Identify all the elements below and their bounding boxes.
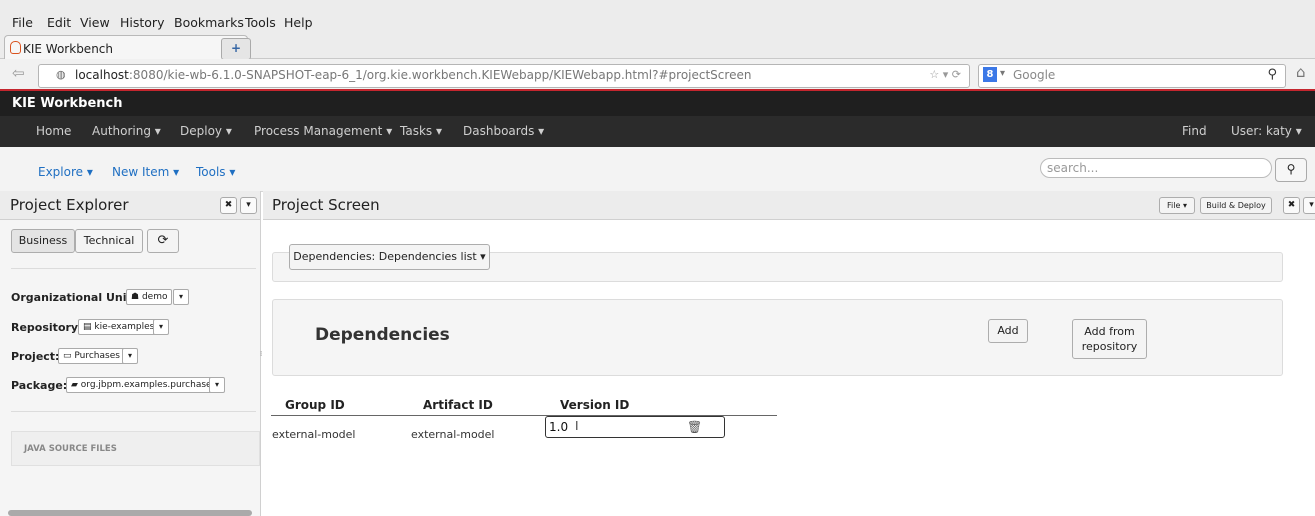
users-icon: ☗ (131, 292, 142, 302)
chevron-down-icon[interactable]: ▾ (173, 289, 189, 305)
cell-group-id: external-model (272, 428, 356, 441)
tab-business[interactable]: Business (11, 229, 75, 253)
chevron-down-icon[interactable]: ▾ (153, 319, 169, 335)
chevron-down-icon[interactable]: ▾ (1303, 197, 1315, 214)
menu-edit[interactable]: Edit (47, 15, 71, 30)
nav-home[interactable]: Home (36, 124, 71, 138)
site-identity-icon[interactable]: ◍ (56, 68, 66, 81)
app-nav: Home Authoring ▾ Deploy ▾ Process Manage… (0, 116, 1315, 147)
menu-file[interactable]: File (12, 15, 33, 30)
search-icon: ⚲ (1286, 162, 1296, 176)
bookmark-star-icon[interactable]: ☆ ▾ ⟳ (929, 68, 961, 81)
tab-title: KIE Workbench (23, 42, 113, 56)
refresh-icon[interactable]: ⟳ (147, 229, 179, 253)
back-icon[interactable]: ⇦ (12, 64, 25, 82)
version-input[interactable]: 1.0 I 🗑 (545, 416, 725, 438)
project-label: Project: (11, 350, 60, 363)
nav-dashboards[interactable]: Dashboards ▾ (463, 124, 544, 138)
project-explorer-panel: Project Explorer ✖ ▾ Business Technical … (0, 191, 261, 516)
dependencies-heading: Dependencies (315, 325, 450, 345)
menu-tools[interactable]: Tools (245, 15, 276, 30)
kie-favicon-icon (10, 41, 21, 54)
menu-help[interactable]: Help (284, 15, 313, 30)
project-select[interactable]: ▭ Purchases (58, 348, 125, 364)
browser-menubar: File Edit View History Bookmarks Tools H… (0, 0, 1315, 32)
file-menu-button[interactable]: File ▾ (1159, 197, 1195, 214)
toolbar-new-item[interactable]: New Item ▾ (112, 165, 179, 179)
nav-authoring[interactable]: Authoring ▾ (92, 124, 161, 138)
nav-tasks[interactable]: Tasks ▾ (400, 124, 442, 138)
nav-process-management[interactable]: Process Management ▾ (254, 124, 392, 138)
nav-deploy[interactable]: Deploy ▾ (180, 124, 232, 138)
dependencies-header-well: Dependencies Add Add from repository (272, 299, 1283, 376)
folder-icon: ▰ (71, 380, 81, 390)
chevron-down-icon[interactable]: ▾ (209, 377, 225, 393)
tab-technical[interactable]: Technical (75, 229, 143, 253)
org-unit-label: Organizational Unit: (11, 291, 137, 304)
monitor-icon: ▭ (63, 351, 75, 361)
app-brand: KIE Workbench (12, 96, 123, 111)
nav-user-menu[interactable]: User: katy ▾ (1231, 124, 1302, 138)
home-icon[interactable]: ⌂ (1296, 63, 1306, 81)
search-engine-label: Google (1013, 68, 1056, 82)
text-cursor-icon: I (575, 419, 579, 433)
menu-bookmarks[interactable]: Bookmarks (174, 15, 244, 30)
new-tab-icon[interactable]: + (221, 38, 251, 60)
column-artifact-id: Artifact ID (423, 398, 493, 412)
chevron-down-icon[interactable]: ▾ (122, 348, 138, 364)
close-icon[interactable]: ✖ (1283, 197, 1300, 214)
app-search-input[interactable]: search... (1040, 158, 1272, 178)
divider (11, 268, 256, 269)
search-button[interactable]: ⚲ (1275, 158, 1307, 182)
horizontal-scrollbar[interactable] (8, 510, 252, 516)
add-from-repository-button[interactable]: Add from repository (1072, 319, 1147, 359)
app-brand-bar: KIE Workbench (0, 89, 1315, 117)
dependencies-dropdown[interactable]: Dependencies: Dependencies list ▾ (289, 244, 490, 270)
project-screen-header: Project Screen File ▾ Build & Deploy ✖ ▾ (263, 191, 1315, 220)
trash-icon[interactable]: 🗑 (687, 420, 702, 434)
url-text[interactable]: localhost:8080/kie-wb-6.1.0-SNAPSHOT-eap… (75, 68, 751, 82)
section-title: JAVA SOURCE FILES (24, 444, 117, 454)
url-bar[interactable]: ◍ localhost:8080/kie-wb-6.1.0-SNAPSHOT-e… (38, 64, 970, 88)
google-icon[interactable]: 8 (983, 67, 997, 82)
package-label: Package: (11, 379, 68, 392)
org-unit-select[interactable]: ☗ demo (126, 289, 173, 305)
repository-label: Repository: (11, 321, 83, 334)
toolbar-tools[interactable]: Tools ▾ (196, 165, 235, 179)
chevron-down-icon[interactable]: ▾ (240, 197, 257, 214)
project-explorer-header: Project Explorer ✖ ▾ (0, 191, 260, 220)
search-icon[interactable]: ⚲ (1267, 67, 1277, 82)
toolbar-explore[interactable]: Explore ▾ (38, 165, 93, 179)
column-group-id: Group ID (285, 398, 345, 412)
cell-artifact-id: external-model (411, 428, 495, 441)
menu-view[interactable]: View (80, 15, 110, 30)
browser-tab[interactable]: KIE Workbench + (4, 35, 251, 60)
add-button[interactable]: Add (988, 319, 1028, 343)
splitter-handle[interactable]: ⁞ (260, 350, 262, 358)
project-screen-panel: Project Screen File ▾ Build & Deploy ✖ ▾… (263, 191, 1315, 516)
browser-search-box[interactable]: 8 ▾ Google ⚲ (978, 64, 1286, 88)
column-version-id: Version ID (560, 398, 630, 412)
menu-history[interactable]: History (120, 15, 164, 30)
version-value: 1.0 (549, 420, 569, 434)
close-icon[interactable]: ✖ (220, 197, 237, 214)
panel-title: Project Screen (272, 196, 380, 214)
divider (11, 411, 256, 412)
nav-find[interactable]: Find (1182, 124, 1207, 138)
app-toolbar: Explore ▾ New Item ▾ Tools ▾ search... ⚲ (0, 147, 1315, 192)
dependencies-toolbar-well: Dependencies: Dependencies list ▾ (272, 244, 1283, 282)
repository-select[interactable]: ▤ kie-examples (78, 319, 160, 335)
java-source-files-section[interactable]: JAVA SOURCE FILES (11, 431, 260, 466)
repository-icon: ▤ (83, 322, 95, 332)
panel-title: Project Explorer (10, 196, 129, 214)
package-select[interactable]: ▰ org.jbpm.examples.purchases (66, 377, 222, 393)
build-deploy-button[interactable]: Build & Deploy (1200, 197, 1272, 214)
